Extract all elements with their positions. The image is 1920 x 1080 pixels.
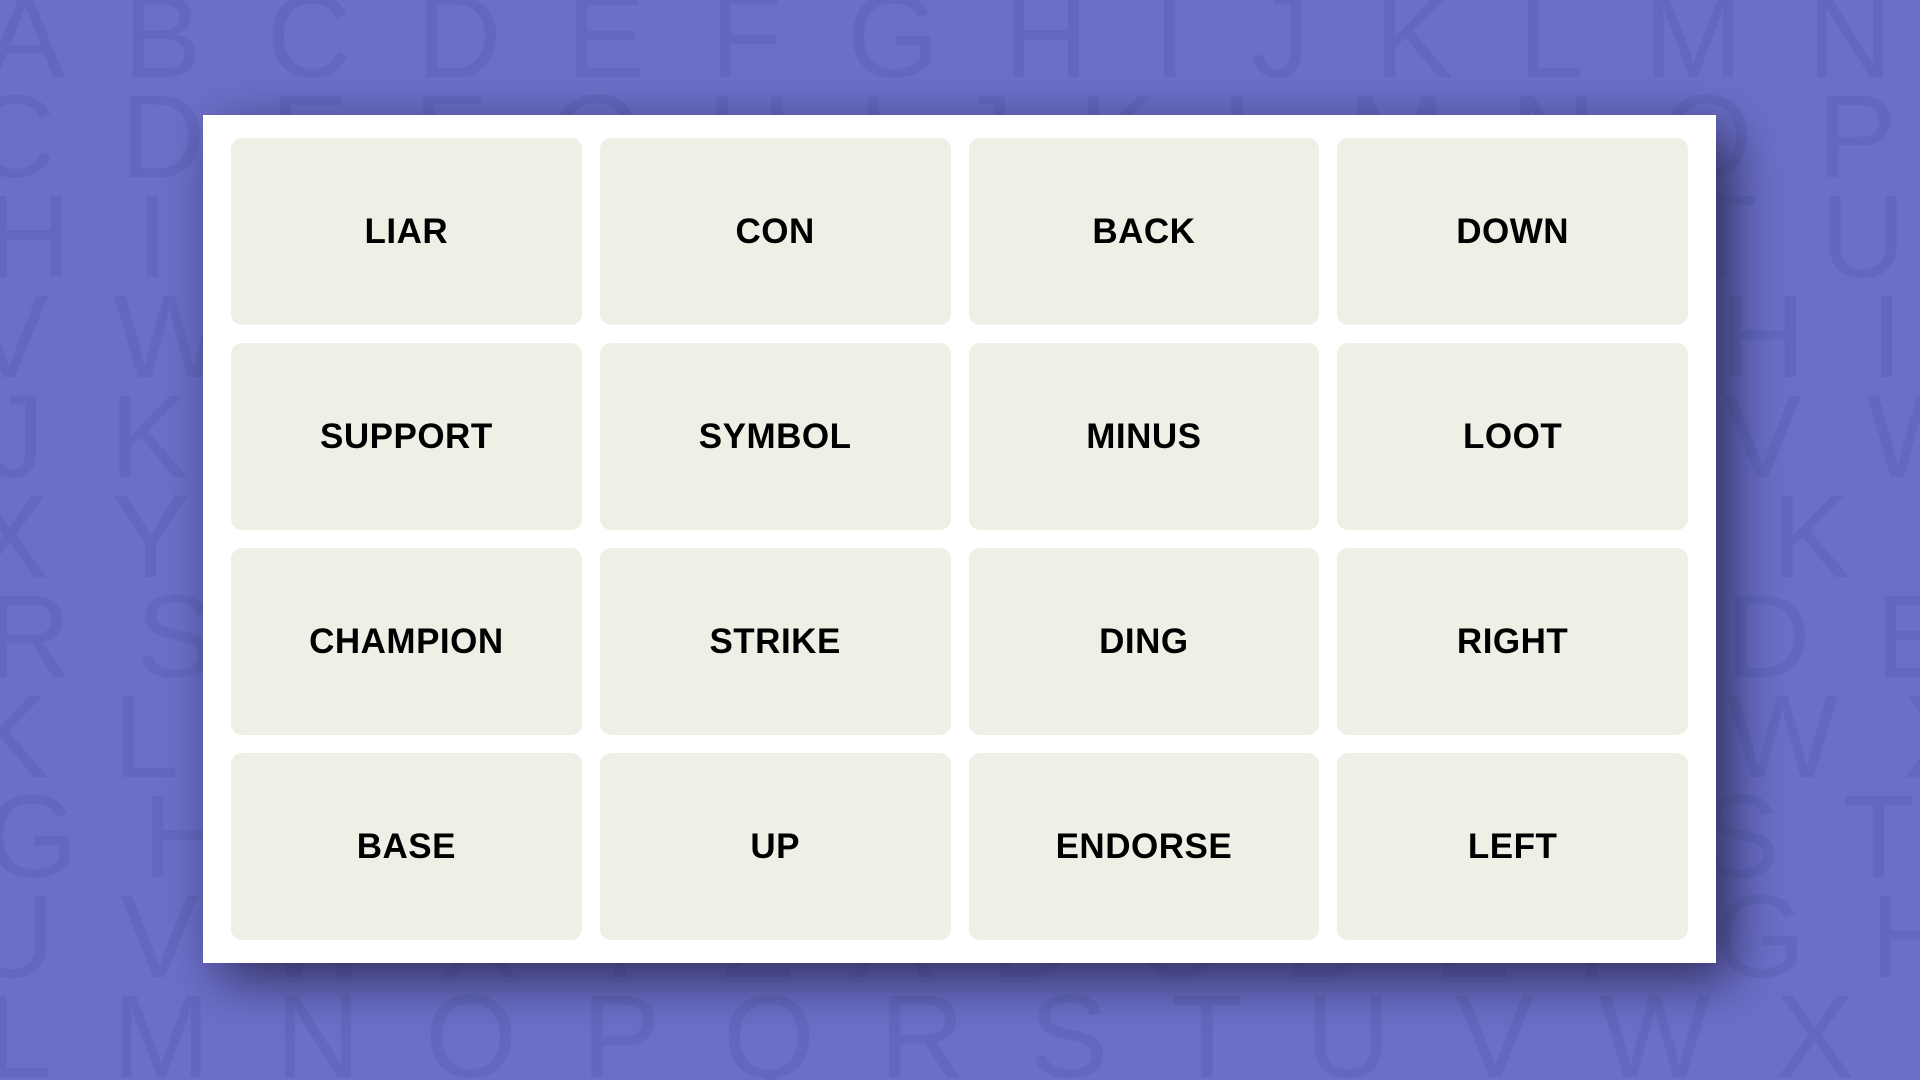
word-tile-label: CON	[735, 212, 815, 251]
word-tile-label: DING	[1099, 622, 1189, 661]
word-tile-label: BACK	[1092, 212, 1196, 251]
word-tile-label: LEFT	[1467, 827, 1558, 866]
word-tile-label: CHAMPION	[309, 622, 504, 661]
background-pattern-row: A B C D E F G H I J K L M N O P Q R S T …	[0, 0, 1920, 103]
word-tile-grid: LIAR CON BACK DOWN SUPPORT SYMBOL MINUS LOOT CHA…	[231, 138, 1688, 940]
word-tile-label: RIGHT	[1456, 622, 1569, 661]
word-tile-label: UP	[750, 827, 800, 866]
word-tile-label: STRIKE	[709, 622, 841, 661]
word-tile[interactable]: DOWN	[1337, 138, 1688, 325]
word-tile[interactable]: LOOT	[1337, 343, 1688, 530]
word-tile-label: MINUS	[1086, 417, 1202, 456]
word-tile[interactable]: LEFT	[1337, 753, 1688, 940]
word-tile[interactable]: SYMBOL	[599, 343, 951, 530]
word-tile[interactable]: SUPPORT	[231, 343, 582, 530]
word-tile[interactable]: BACK	[968, 138, 1320, 325]
word-tile[interactable]: BASE	[231, 753, 582, 940]
word-tile[interactable]: DING	[968, 548, 1320, 735]
word-tile-label: LIAR	[364, 212, 449, 251]
word-tile[interactable]: RIGHT	[1337, 548, 1688, 735]
word-tile[interactable]: MINUS	[968, 343, 1320, 530]
word-tile-label: SUPPORT	[320, 417, 493, 456]
word-tile[interactable]: UP	[599, 753, 951, 940]
word-tile[interactable]: LIAR	[231, 138, 582, 325]
background-pattern-row: L M N O P Q R S T U V W X Y Z A B C D E …	[0, 971, 1920, 1080]
word-tile-label: ENDORSE	[1055, 827, 1233, 866]
word-tile-label: BASE	[356, 827, 456, 866]
word-tile[interactable]: STRIKE	[599, 548, 951, 735]
word-tile[interactable]: CON	[599, 138, 951, 325]
word-tile[interactable]: ENDORSE	[968, 753, 1320, 940]
word-tile-label: LOOT	[1463, 417, 1563, 456]
word-tile-label: SYMBOL	[698, 417, 852, 456]
word-puzzle-board: LIAR CON BACK DOWN SUPPORT SYMBOL MINUS LOOT CHA…	[203, 115, 1716, 963]
word-tile[interactable]: CHAMPION	[231, 548, 582, 735]
word-tile-label: DOWN	[1456, 212, 1570, 251]
